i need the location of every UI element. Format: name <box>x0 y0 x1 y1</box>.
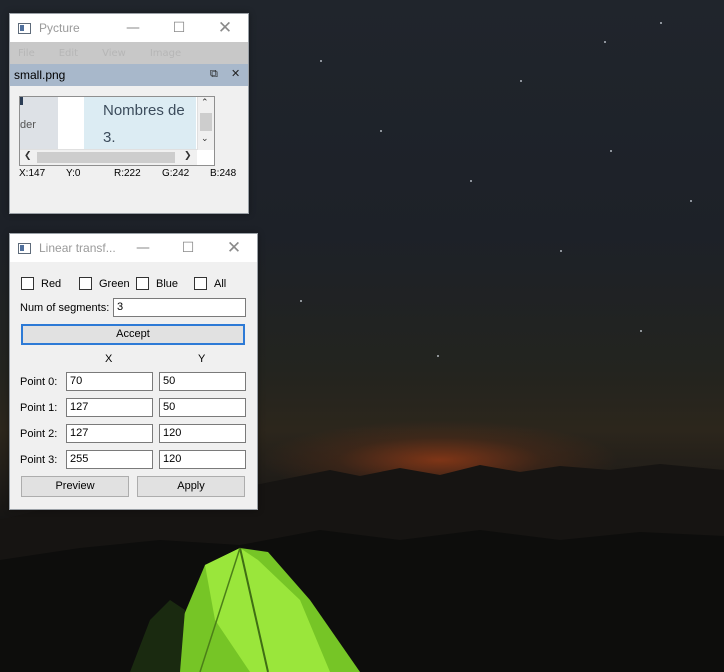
menu-bar: File Edit View Image <box>10 42 248 64</box>
vertical-scroll-thumb[interactable] <box>200 113 212 131</box>
image-text-line-1: Nombres de <box>103 102 185 119</box>
scroll-up-icon[interactable]: ⌃ <box>201 98 209 108</box>
column-x-header: X <box>105 353 113 365</box>
scroll-right-icon[interactable]: ❯ <box>184 151 192 161</box>
checkbox-all-label: All <box>214 277 227 290</box>
scroll-down-icon[interactable]: ⌄ <box>201 134 209 144</box>
checkbox-box[interactable] <box>79 277 92 290</box>
menu-view[interactable]: View <box>102 48 126 59</box>
minimize-icon[interactable]: — <box>110 14 156 42</box>
image-region-left: der <box>20 97 58 150</box>
accept-button[interactable]: Accept <box>21 324 245 345</box>
vertical-scrollbar[interactable]: ⌃ ⌄ <box>197 97 214 150</box>
subwindow-close-icon[interactable]: ✕ <box>231 67 240 80</box>
point-0-label: Point 0: <box>20 376 58 388</box>
checkbox-box[interactable] <box>194 277 207 290</box>
image-region-white <box>58 97 84 150</box>
status-r: R:222 <box>114 168 141 179</box>
image-text-fragment: der <box>20 119 36 131</box>
horizontal-scroll-thumb[interactable] <box>37 152 175 163</box>
column-y-header: Y <box>198 353 206 365</box>
apply-button[interactable]: Apply <box>137 476 245 497</box>
point-3-label: Point 3: <box>20 454 58 466</box>
checkbox-blue-label: Blue <box>156 277 179 290</box>
num-segments-label: Num of segments: <box>20 302 110 314</box>
point-2-label: Point 2: <box>20 428 58 440</box>
checkbox-red[interactable]: Red <box>21 277 61 290</box>
restore-icon[interactable]: ⧉ <box>210 67 218 81</box>
subwindow-titlebar[interactable]: small.png ⧉ ✕ <box>10 64 248 86</box>
horizontal-scrollbar[interactable]: ❮ ❯ <box>20 149 197 165</box>
menu-file[interactable]: File <box>18 48 35 59</box>
point-1-x-input[interactable]: 127 <box>66 398 153 417</box>
preview-button[interactable]: Preview <box>21 476 129 497</box>
close-icon[interactable]: ✕ <box>211 234 257 262</box>
minimize-icon[interactable]: — <box>120 234 166 262</box>
pycture-window: Pycture — ☐ ✕ File Edit View Image small… <box>9 13 249 214</box>
scroll-left-icon[interactable]: ❮ <box>24 151 32 161</box>
linear-transform-window: Linear transf... — ☐ ✕ Red Green Blue Al… <box>9 233 258 510</box>
menu-image[interactable]: Image <box>150 48 181 59</box>
pycture-titlebar[interactable]: Pycture — ☐ ✕ <box>10 14 248 42</box>
checkbox-green-label: Green <box>99 277 130 290</box>
linear-titlebar[interactable]: Linear transf... — ☐ ✕ <box>10 234 257 262</box>
point-3-y-input[interactable]: 120 <box>159 450 246 469</box>
menu-edit[interactable]: Edit <box>59 48 78 59</box>
checkbox-box[interactable] <box>21 277 34 290</box>
checkbox-all[interactable]: All <box>194 277 226 290</box>
image-dark-mark <box>20 97 23 105</box>
image-viewport[interactable]: der Nombres de 3. ⌃ ⌄ ❮ ❯ <box>19 96 215 166</box>
window-title: Pycture <box>39 21 80 35</box>
status-b: B:248 <box>210 168 237 179</box>
image-text-line-2: 3. <box>103 129 116 146</box>
maximize-icon[interactable]: ☐ <box>156 14 202 42</box>
point-3-x-input[interactable]: 255 <box>66 450 153 469</box>
num-segments-input[interactable]: 3 <box>113 298 246 317</box>
checkbox-red-label: Red <box>41 277 62 290</box>
point-0-x-input[interactable]: 70 <box>66 372 153 391</box>
subwindow-title: small.png <box>14 68 66 82</box>
maximize-icon[interactable]: ☐ <box>165 234 211 262</box>
point-1-label: Point 1: <box>20 402 58 414</box>
status-y: Y:0 <box>66 168 81 179</box>
point-0-y-input[interactable]: 50 <box>159 372 246 391</box>
close-icon[interactable]: ✕ <box>202 14 248 42</box>
app-window-icon <box>18 22 31 34</box>
checkbox-blue[interactable]: Blue <box>136 277 178 290</box>
status-g: G:242 <box>162 168 190 179</box>
checkbox-box[interactable] <box>136 277 149 290</box>
app-window-icon <box>18 242 31 254</box>
point-2-y-input[interactable]: 120 <box>159 424 246 443</box>
point-2-x-input[interactable]: 127 <box>66 424 153 443</box>
checkbox-green[interactable]: Green <box>79 277 130 290</box>
image-region-text: Nombres de 3. <box>84 97 196 150</box>
point-1-y-input[interactable]: 50 <box>159 398 246 417</box>
status-x: X:147 <box>19 168 46 179</box>
window-title: Linear transf... <box>39 241 116 255</box>
